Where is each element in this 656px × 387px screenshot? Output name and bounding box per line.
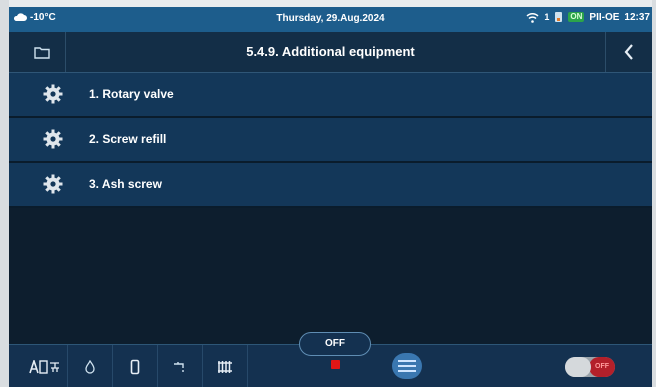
bottom-bar: OFF OFF <box>9 332 652 387</box>
list-item-label: 1. Rotary valve <box>89 87 174 101</box>
mode-indicator[interactable]: OFF <box>299 332 371 356</box>
display-panel: -10°C Thursday, 29.Aug.2024 1 ON PII-OE … <box>9 7 652 387</box>
tank-button[interactable] <box>113 345 158 387</box>
status-bar: -10°C Thursday, 29.Aug.2024 1 ON PII-OE … <box>9 7 652 32</box>
gear-icon <box>43 84 63 104</box>
back-button[interactable] <box>605 32 652 72</box>
menu-button[interactable] <box>392 353 422 379</box>
toggle-knob <box>565 357 591 377</box>
on-badge: ON <box>568 12 585 22</box>
radiator-icon <box>218 360 232 373</box>
tap-button[interactable] <box>158 345 203 387</box>
toggle-label: OFF <box>589 357 615 377</box>
auto-mode-icon <box>29 359 59 374</box>
wifi-icon <box>526 12 539 23</box>
stop-indicator <box>331 360 340 369</box>
tap-icon <box>174 361 184 372</box>
bezel-top <box>0 0 656 7</box>
flame-icon <box>85 359 95 374</box>
auto-mode-button[interactable] <box>23 345 68 387</box>
equipment-list: 1. Rotary valve 2. Screw refill 3. Ash s… <box>9 73 652 208</box>
page-title: 5.4.9. Additional equipment <box>246 44 415 59</box>
flame-button[interactable] <box>68 345 113 387</box>
tank-icon <box>130 359 140 374</box>
list-item-rotary-valve[interactable]: 1. Rotary valve <box>9 73 652 118</box>
bezel-left <box>0 0 9 387</box>
status-right: 1 ON PII-OE 12:37 <box>526 11 650 23</box>
screen: -10°C Thursday, 29.Aug.2024 1 ON PII-OE … <box>0 0 656 387</box>
menu-icon <box>398 360 416 362</box>
title-bar: 5.4.9. Additional equipment <box>9 32 652 73</box>
list-item-label: 3. Ash screw <box>89 177 162 191</box>
bezel-right <box>652 0 656 387</box>
list-item-screw-refill[interactable]: 2. Screw refill <box>9 118 652 163</box>
chevron-left-icon <box>624 44 633 60</box>
radiator-button[interactable] <box>203 345 248 387</box>
device-name: PII-OE <box>589 11 620 23</box>
signal-count: 1 <box>544 12 550 22</box>
clock: 12:37 <box>624 11 650 23</box>
boiler-icon <box>555 12 563 22</box>
list-item-label: 2. Screw refill <box>89 132 167 146</box>
gear-icon <box>43 174 63 194</box>
list-item-ash-screw[interactable]: 3. Ash screw <box>9 163 652 208</box>
power-toggle[interactable]: OFF <box>565 357 615 377</box>
gear-icon <box>43 129 63 149</box>
